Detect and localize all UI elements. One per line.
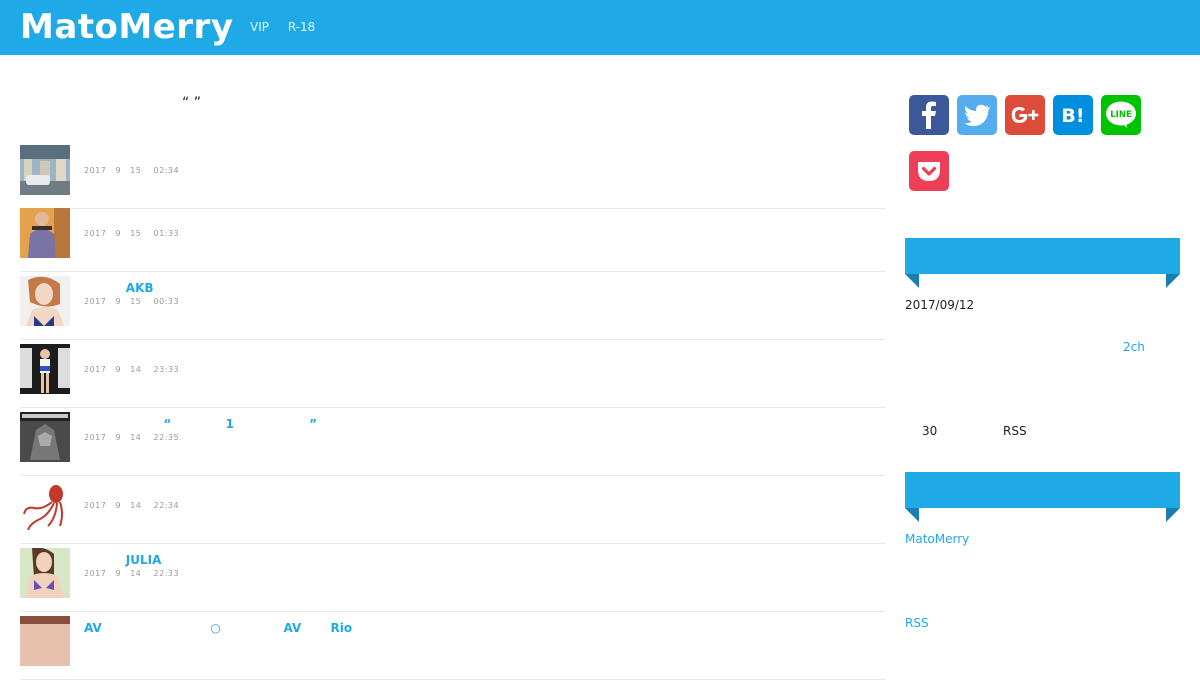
site-header: MatoMerry VIP R-18 xyxy=(0,0,1200,55)
article-date: 2017 9 14 23:33 xyxy=(84,365,180,374)
article-title[interactable]: AV ○ AV Rio xyxy=(84,621,352,635)
line-label: LINE xyxy=(1110,110,1132,120)
article-date: 2017 9 15 02:34 xyxy=(84,166,180,175)
article-date: 2017 9 14 22:35 xyxy=(84,433,180,442)
article-item[interactable]: AV ○ AV Rio xyxy=(20,611,886,680)
widget-date: 2017/09/12 xyxy=(905,298,975,312)
google-plus-share-button[interactable] xyxy=(1005,95,1045,135)
site-link[interactable]: MatoMerry xyxy=(905,532,969,546)
twitter-icon xyxy=(964,104,990,126)
info-rss: RSS xyxy=(1003,424,1027,438)
article-thumbnail[interactable] xyxy=(20,276,70,326)
sidebar: B! LINE 2017/09/12 2ch 30 RSS MatoMerry … xyxy=(905,55,1180,630)
article-thumbnail[interactable] xyxy=(20,616,70,666)
article-thumbnail[interactable] xyxy=(20,344,70,394)
article-date: 2017 9 15 01:33 xyxy=(84,229,180,238)
article-item[interactable]: AKB 2017 9 15 00:33 xyxy=(20,271,886,340)
nav-item-r18[interactable]: R-18 xyxy=(288,20,315,34)
article-item[interactable]: 2017 9 14 23:33 xyxy=(20,339,886,408)
widget-header-ribbon xyxy=(905,472,1180,522)
google-plus-icon xyxy=(1011,107,1039,123)
article-item[interactable]: 2017 9 15 01:33 xyxy=(20,203,886,272)
rss-link[interactable]: RSS xyxy=(905,616,929,630)
facebook-share-button[interactable] xyxy=(909,95,949,135)
pocket-icon xyxy=(918,162,940,181)
widget-header-ribbon xyxy=(905,238,1180,288)
nav-item-vip[interactable]: VIP xyxy=(250,20,269,34)
article-thumbnail[interactable] xyxy=(20,208,70,258)
line-share-button[interactable]: LINE xyxy=(1101,95,1141,135)
article-item[interactable]: 2017 9 14 22:34 xyxy=(20,475,886,544)
article-date: 2017 9 15 00:33 xyxy=(84,297,180,306)
article-item[interactable]: “ 1 ” 2017 9 14 22:35 xyxy=(20,407,886,476)
article-thumbnail[interactable] xyxy=(20,480,70,530)
site-logo[interactable]: MatoMerry xyxy=(20,7,233,47)
hatena-bookmark-share-button[interactable]: B! xyxy=(1053,95,1093,135)
article-title[interactable]: “ 1 ” xyxy=(84,417,317,431)
article-title[interactable]: AKB xyxy=(84,281,154,295)
article-thumbnail[interactable] xyxy=(20,145,70,195)
article-title[interactable]: JULIA xyxy=(84,553,162,567)
article-date: 2017 9 14 22:33 xyxy=(84,569,180,578)
line-icon: LINE xyxy=(1106,101,1136,128)
article-item[interactable]: 2017 9 15 02:34 xyxy=(20,140,886,209)
article-date: 2017 9 14 22:34 xyxy=(84,501,180,510)
main-content: “ ” 2017 9 15 02:34 2017 9 15 01:33 AKB … xyxy=(20,55,886,680)
pocket-share-button[interactable] xyxy=(909,151,949,191)
link-2ch[interactable]: 2ch xyxy=(1123,340,1145,354)
article-item[interactable]: JULIA 2017 9 14 22:33 xyxy=(20,543,886,612)
page-heading: “ ” xyxy=(182,95,201,111)
hatena-label: B! xyxy=(1061,105,1084,127)
facebook-icon xyxy=(922,101,936,129)
main-nav: VIP R-18 xyxy=(250,20,330,34)
hatena-bookmark-icon: B! xyxy=(1061,105,1084,127)
article-thumbnail[interactable] xyxy=(20,412,70,462)
article-thumbnail[interactable] xyxy=(20,548,70,598)
twitter-share-button[interactable] xyxy=(957,95,997,135)
info-count: 30 xyxy=(922,424,938,438)
